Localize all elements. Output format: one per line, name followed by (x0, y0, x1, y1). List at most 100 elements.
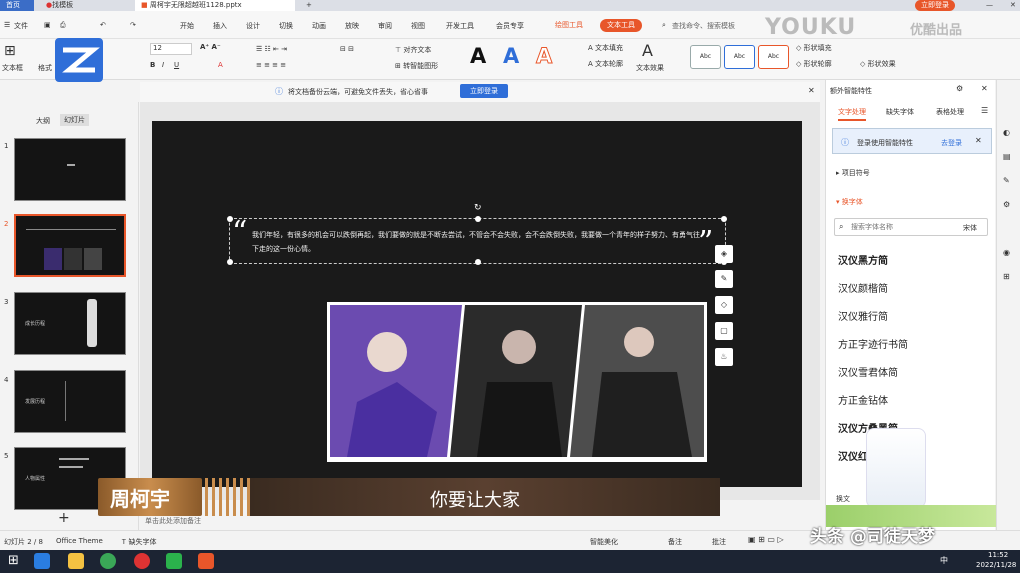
list-icons[interactable]: ☰ ☷ ⇤ ⇥ (256, 45, 287, 53)
chrome-icon[interactable] (100, 553, 116, 569)
grow-font-icon[interactable]: A⁺ A⁻ (200, 43, 221, 51)
recorder-icon[interactable] (134, 553, 150, 569)
shape-style-1[interactable]: Abc (690, 45, 721, 69)
tab-missing-font[interactable]: 缺失字体 (886, 107, 914, 117)
font-item-4[interactable]: 方正字迹行书简 (838, 336, 908, 351)
missing-font-status[interactable]: Ꭲ 缺失字体 (122, 537, 156, 547)
photo-collage[interactable] (327, 302, 707, 462)
resize-handle-tl[interactable] (227, 216, 233, 222)
text-style-black[interactable]: A (470, 44, 486, 68)
undo-icon[interactable]: ↶ (100, 21, 106, 29)
outline-tab[interactable]: 大纲 (36, 116, 50, 126)
notice-close-icon[interactable]: ✕ (808, 86, 815, 95)
menu-transition[interactable]: 切换 (279, 21, 293, 31)
menu-file[interactable]: 文件 (14, 21, 28, 31)
font-item-6[interactable]: 方正金钻体 (838, 392, 888, 407)
textbox-button[interactable]: 文本框 (2, 63, 23, 73)
font-size-select[interactable]: 12 (150, 43, 192, 55)
notice-login-button[interactable]: 立即登录 (460, 84, 508, 98)
notes-placeholder[interactable]: 单击此处添加备注 (145, 516, 201, 526)
new-tab-button[interactable]: + (300, 0, 318, 11)
font-item-1[interactable]: 汉仪黑方简 (838, 252, 888, 267)
pen-icon[interactable]: ✎ (715, 270, 733, 288)
tab-templates[interactable]: ●找模板 (40, 0, 79, 11)
slide-thumb-1[interactable] (14, 138, 126, 201)
resize-handle-bl[interactable] (227, 259, 233, 265)
font-item-3[interactable]: 汉仪雅行简 (838, 308, 888, 323)
menu-icon[interactable]: ☰ (4, 21, 10, 29)
slide-thumb-3[interactable]: 成长历程 (14, 292, 126, 355)
slide-thumb-2[interactable] (14, 214, 126, 277)
menu-slideshow[interactable]: 放映 (345, 21, 359, 31)
rotate-handle-icon[interactable]: ↻ (474, 203, 482, 213)
underline-icon[interactable]: U (174, 61, 179, 69)
explorer-icon[interactable] (68, 553, 84, 569)
font-item-8[interactable]: 汉仪红 (838, 448, 868, 463)
login-tip-link[interactable]: 去登录 (941, 138, 962, 148)
text-outline-button[interactable]: A 文本轮廓 (588, 59, 623, 69)
tab-table-processing[interactable]: 表格处理 (936, 107, 964, 117)
add-slide-button[interactable]: + (58, 510, 70, 526)
side-tool-2-icon[interactable]: ▤ (1003, 152, 1011, 161)
layer-icon[interactable]: ◈ (715, 245, 733, 263)
menu-design[interactable]: 设计 (246, 21, 260, 31)
side-tool-3-icon[interactable]: ✎ (1003, 176, 1010, 185)
text-style-blue[interactable]: A (503, 44, 519, 68)
resize-handle-t[interactable] (475, 216, 481, 222)
menu-animation[interactable]: 动画 (312, 21, 326, 31)
smart-beauty-button[interactable]: 智能美化 (590, 537, 618, 547)
tab-drawing-tools[interactable]: 绘图工具 (548, 19, 590, 32)
save-icon[interactable]: ▣ (44, 21, 51, 29)
tab-home[interactable]: 首页 (0, 0, 34, 11)
text-effect-button[interactable]: 文本效果 (636, 63, 664, 73)
login-button[interactable]: 立即登录 (915, 0, 955, 11)
quote-text[interactable]: 我们年轻，有很多的机会可以跌倒再起，我们要做的就是不断去尝试，不管会不会失败，会… (252, 228, 704, 256)
text-fill-button[interactable]: A 文本填充 (588, 43, 623, 53)
align-icons[interactable]: ≡ ≡ ≡ ≡ (256, 61, 286, 69)
start-icon[interactable]: ⊞ (8, 553, 24, 569)
align-text-button[interactable]: ⊤ 对齐文本 (395, 45, 431, 55)
idea-icon[interactable]: ♨ (715, 348, 733, 366)
command-search[interactable]: 查找命令、搜索模板 (672, 21, 735, 31)
format-button[interactable]: 格式 (38, 63, 52, 73)
shape-style-3[interactable]: Abc (758, 45, 789, 69)
comments-button[interactable]: 批注 (712, 537, 726, 547)
menu-view[interactable]: 视图 (411, 21, 425, 31)
login-tip-close-icon[interactable]: ✕ (975, 136, 982, 145)
replace-font-button[interactable]: 换文 (836, 494, 850, 504)
font-item-5[interactable]: 汉仪雪君体简 (838, 364, 898, 379)
minimize-icon[interactable]: — (980, 0, 999, 11)
textbox-icon[interactable]: ⊞ (4, 43, 16, 59)
side-tool-5-icon[interactable]: ◉ (1003, 248, 1010, 257)
current-slide[interactable]: “ 我们年轻，有很多的机会可以跌倒再起，我们要做的就是不断去尝试，不管会不会失败… (152, 121, 802, 487)
fill-icon[interactable]: ◇ (715, 296, 733, 314)
tab-document[interactable]: ■ 周柯宇无限超越班1128.pptx (135, 0, 295, 11)
view-normal-icon[interactable]: ▣ ⊞ ▭ ▷ (748, 535, 784, 544)
menu-member[interactable]: 会员专享 (496, 21, 524, 31)
wps-taskbar-icon[interactable] (198, 553, 214, 569)
notes-button[interactable]: 备注 (668, 537, 682, 547)
border-icon[interactable]: ▢ (715, 322, 733, 340)
side-tool-6-icon[interactable]: ⊞ (1003, 272, 1010, 281)
text-style-orange[interactable]: A (535, 44, 552, 69)
section-bullets[interactable]: ▸ 项目符号 (836, 168, 870, 178)
font-color-icon[interactable]: A (218, 61, 223, 69)
font-search-box[interactable]: ⌕ 宋体 (834, 218, 988, 236)
ie-icon[interactable] (34, 553, 50, 569)
ime-indicator[interactable]: 中 (940, 555, 948, 566)
font-item-2[interactable]: 汉仪颜楷简 (838, 280, 888, 295)
menu-start[interactable]: 开始 (180, 21, 194, 31)
wechat-icon[interactable] (166, 553, 182, 569)
tab-text-processing[interactable]: 文字处理 (838, 107, 866, 121)
shape-fill-button[interactable]: ◇ 形状填充 (796, 43, 832, 53)
convert-smartart-button[interactable]: ⊞ 转智能图形 (395, 61, 438, 71)
columns-icon[interactable]: ⊟ ⊟ (340, 45, 354, 53)
resize-handle-tr[interactable] (721, 216, 727, 222)
resize-handle-b[interactable] (475, 259, 481, 265)
panel-close-icon[interactable]: ✕ (981, 84, 988, 93)
font-search-input[interactable] (851, 220, 941, 234)
side-tool-4-icon[interactable]: ⚙ (1003, 200, 1010, 209)
print-icon[interactable]: ⎙ (60, 21, 66, 30)
slide-thumb-4[interactable]: 发展历程 (14, 370, 126, 433)
menu-insert[interactable]: 插入 (213, 21, 227, 31)
